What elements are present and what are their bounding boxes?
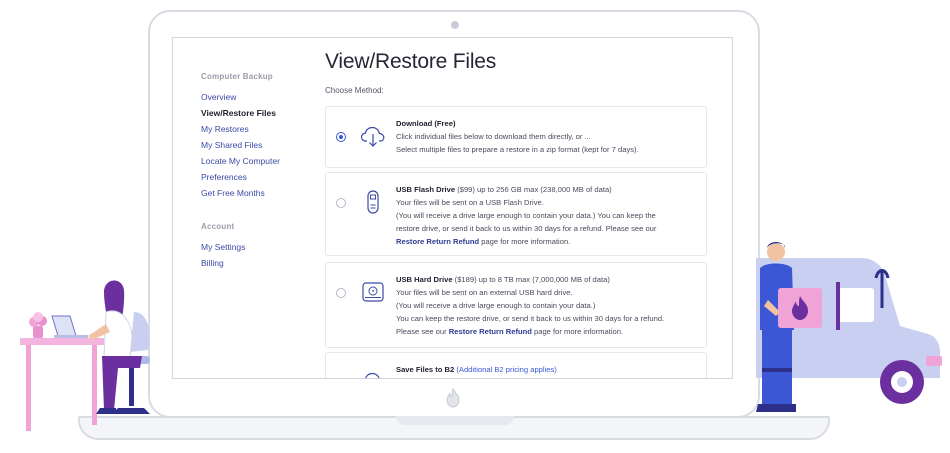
delivery-van-illustration	[756, 242, 942, 412]
usb-flash-radio[interactable]	[336, 198, 346, 208]
hard-drive-icon	[362, 282, 384, 302]
cloud-upload-icon	[365, 372, 380, 378]
usb-hdd-title: USB Hard Drive	[396, 275, 453, 284]
plant-pot	[33, 326, 43, 338]
sidebar-heading-account: Account	[201, 222, 235, 231]
chair-back	[130, 312, 150, 352]
b2-pricing-link[interactable]: (Additional B2 pricing applies)	[454, 365, 556, 374]
sidebar-item-get-free-months[interactable]: Get Free Months	[201, 185, 321, 201]
method-card-usb-hard-drive[interactable]: USB Hard Drive ($189) up to 8 TB max (7,…	[325, 262, 707, 348]
small-laptop-icon	[51, 315, 77, 337]
download-radio[interactable]	[336, 132, 346, 142]
sidebar-item-my-restores[interactable]: My Restores	[201, 121, 321, 137]
woman-at-desk-illustration	[20, 280, 150, 431]
usb-flash-drive-icon	[367, 190, 379, 214]
woman-pants	[102, 356, 142, 410]
cloud-download-icon	[360, 126, 385, 147]
delivery-man-head	[767, 243, 785, 261]
usb-flash-price: ($99) up to 256 GB max (238,000 MB of da…	[455, 185, 612, 194]
usb-hdd-line-2: (You will receive a drive large enough t…	[396, 300, 596, 310]
browser-screen: Computer Backup Overview View/Restore Fi…	[172, 37, 733, 379]
usb-flash-line-2: (You will receive a drive large enough t…	[396, 210, 656, 220]
sidebar-item-locate-my-computer[interactable]: Locate My Computer	[201, 153, 321, 169]
delivery-man-pants	[762, 328, 792, 406]
usb-hdd-radio[interactable]	[336, 288, 346, 298]
main-content: View/Restore Files Choose Method:	[325, 50, 710, 95]
usb-hdd-after-link: page for more information.	[531, 326, 624, 336]
download-title: Download (Free)	[396, 119, 456, 128]
method-card-download[interactable]: Download (Free) Click individual files b…	[325, 106, 707, 168]
woman-shirt	[103, 310, 133, 359]
page-title: View/Restore Files	[325, 50, 497, 73]
sidebar-item-preferences[interactable]: Preferences	[201, 169, 321, 185]
van-window	[838, 288, 874, 322]
sidebar-item-my-settings[interactable]: My Settings	[201, 239, 321, 255]
usb-flash-restore-return-refund-link[interactable]: Restore Return Refund	[396, 237, 479, 246]
sidebar-item-view-restore-files[interactable]: View/Restore Files	[201, 105, 321, 121]
method-card-save-to-b2[interactable]: Save Files to B2 (Additional B2 pricing …	[325, 352, 707, 379]
usb-flash-line-3: restore drive, or send it back to us wit…	[396, 223, 657, 233]
usb-hdd-price: ($189) up to 8 TB max (7,000,000 MB of d…	[452, 275, 610, 284]
laptop-notch	[396, 416, 514, 425]
download-line-1: Click individual files below to download…	[396, 131, 591, 141]
laptop-camera	[451, 21, 459, 29]
sidebar-heading-computer-backup: Computer Backup	[201, 72, 273, 81]
choose-method-label: Choose Method:	[325, 86, 384, 95]
b2-radio[interactable]	[336, 378, 346, 379]
usb-hdd-line-1: Your files will be sent on an external U…	[396, 287, 573, 297]
b2-title: Save Files to B2	[396, 365, 455, 374]
flame-logo-icon	[446, 388, 460, 408]
usb-flash-title: USB Flash Drive	[396, 185, 456, 194]
sidebar: Computer Backup Overview View/Restore Fi…	[201, 72, 321, 271]
usb-flash-line-1: Your files will be sent on a USB Flash D…	[396, 197, 544, 207]
sidebar-item-overview[interactable]: Overview	[201, 89, 321, 105]
download-line-2: Select multiple files to prepare a resto…	[396, 144, 639, 154]
usb-hdd-restore-return-refund-link[interactable]: Restore Return Refund	[449, 327, 532, 336]
usb-flash-after-link: page for more information.	[479, 236, 571, 246]
method-card-usb-flash-drive[interactable]: USB Flash Drive ($99) up to 256 GB max (…	[325, 172, 707, 256]
usb-hdd-before-link: Please see our	[396, 326, 449, 336]
sidebar-item-my-shared-files[interactable]: My Shared Files	[201, 137, 321, 153]
desk-leg-left	[26, 345, 31, 431]
sidebar-item-billing[interactable]: Billing	[201, 255, 321, 271]
usb-hdd-line-3: You can keep the restore drive, or send …	[396, 313, 665, 323]
desk-leg-right	[92, 345, 97, 425]
